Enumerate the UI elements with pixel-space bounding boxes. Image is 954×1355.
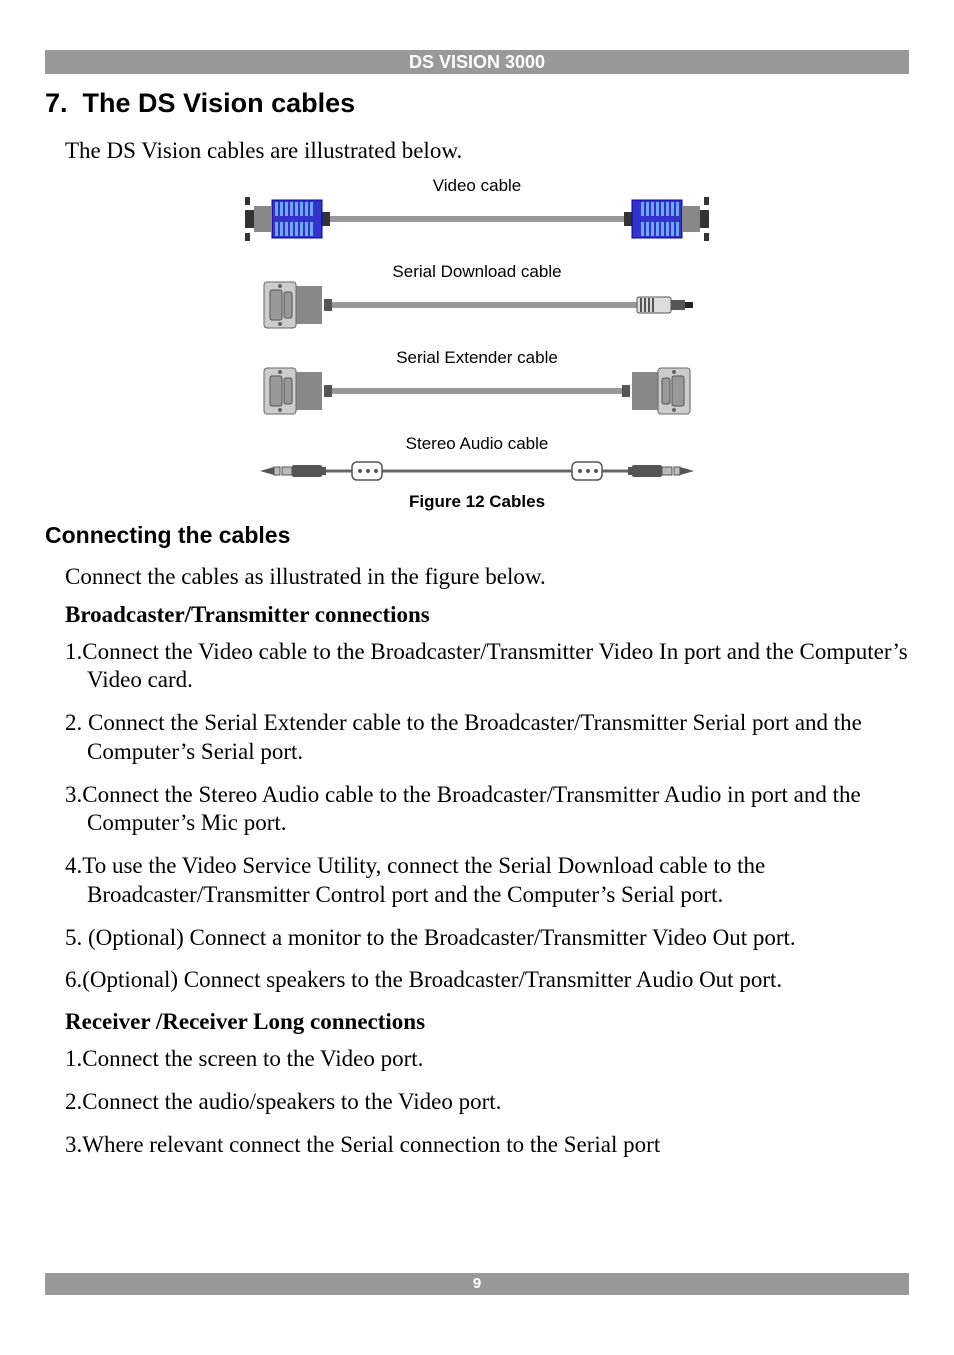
- broadcaster-heading: Broadcaster/Transmitter connections: [65, 602, 909, 628]
- connecting-heading: Connecting the cables: [45, 522, 909, 549]
- cable-serial-extender-label: Serial Extender cable: [242, 348, 712, 368]
- list-item: 1.Connect the screen to the Video port.: [65, 1045, 909, 1074]
- step-text: Connect the Stereo Audio cable to the Br…: [82, 782, 860, 836]
- list-item: 3.Where relevant connect the Serial conn…: [65, 1131, 909, 1160]
- vga-connector-icon: [624, 197, 709, 241]
- page: DS VISION 3000 7. The DS Vision cables T…: [0, 0, 954, 1355]
- list-item: 4.To use the Video Service Utility, conn…: [65, 852, 909, 910]
- cable-serial-download-label: Serial Download cable: [242, 262, 712, 282]
- cable-video-label: Video cable: [242, 176, 712, 196]
- cable-stereo-audio: Stereo Audio cable: [242, 434, 712, 488]
- step-text: Where relevant connect the Serial connec…: [82, 1132, 660, 1157]
- connecting-intro: Connect the cables as illustrated in the…: [65, 563, 909, 592]
- page-header: DS VISION 3000: [45, 50, 909, 74]
- step-text: (Optional) Connect speakers to the Broad…: [82, 967, 782, 992]
- vga-connector-icon: [245, 197, 330, 241]
- receiver-steps: 1.Connect the screen to the Video port. …: [65, 1045, 909, 1159]
- step-text: Connect the Serial Extender cable to the…: [82, 710, 862, 764]
- db9-connector-icon: [622, 368, 690, 414]
- step-text: To use the Video Service Utility, connec…: [82, 853, 765, 907]
- cable-serial-download: Serial Download cable: [242, 262, 712, 332]
- step-text: Connect the Video cable to the Broadcast…: [82, 639, 907, 693]
- barrel-connector-icon: [637, 297, 693, 313]
- cables-diagram: Video cable: [242, 176, 712, 512]
- cable-video: Video cable: [242, 176, 712, 246]
- step-text: (Optional) Connect a monitor to the Broa…: [82, 925, 795, 950]
- audio-jack-icon: [260, 465, 326, 477]
- step-text: Connect the audio/speakers to the Video …: [82, 1089, 501, 1114]
- list-item: 2.Connect the audio/speakers to the Vide…: [65, 1088, 909, 1117]
- section-intro: The DS Vision cables are illustrated bel…: [65, 137, 909, 166]
- cable-stereo-audio-label: Stereo Audio cable: [242, 434, 712, 454]
- list-item: 2. Connect the Serial Extender cable to …: [65, 709, 909, 767]
- section-title-text: The DS Vision cables: [83, 88, 356, 118]
- db9-connector-icon: [264, 282, 332, 328]
- cable-serial-extender: Serial Extender cable: [242, 348, 712, 418]
- list-item: 5. (Optional) Connect a monitor to the B…: [65, 924, 909, 953]
- figure-caption: Figure 12 Cables: [242, 492, 712, 512]
- broadcaster-steps: 1.Connect the Video cable to the Broadca…: [65, 638, 909, 996]
- section-heading: 7. The DS Vision cables: [45, 88, 909, 119]
- receiver-heading: Receiver /Receiver Long connections: [65, 1009, 909, 1035]
- audio-jack-icon: [628, 465, 694, 477]
- step-text: Connect the screen to the Video port.: [82, 1046, 423, 1071]
- db9-connector-icon: [264, 368, 332, 414]
- list-item: 3.Connect the Stereo Audio cable to the …: [65, 781, 909, 839]
- page-footer: 9: [45, 1273, 909, 1295]
- list-item: 6.(Optional) Connect speakers to the Bro…: [65, 966, 909, 995]
- section-number: 7.: [45, 88, 68, 118]
- list-item: 1.Connect the Video cable to the Broadca…: [65, 638, 909, 696]
